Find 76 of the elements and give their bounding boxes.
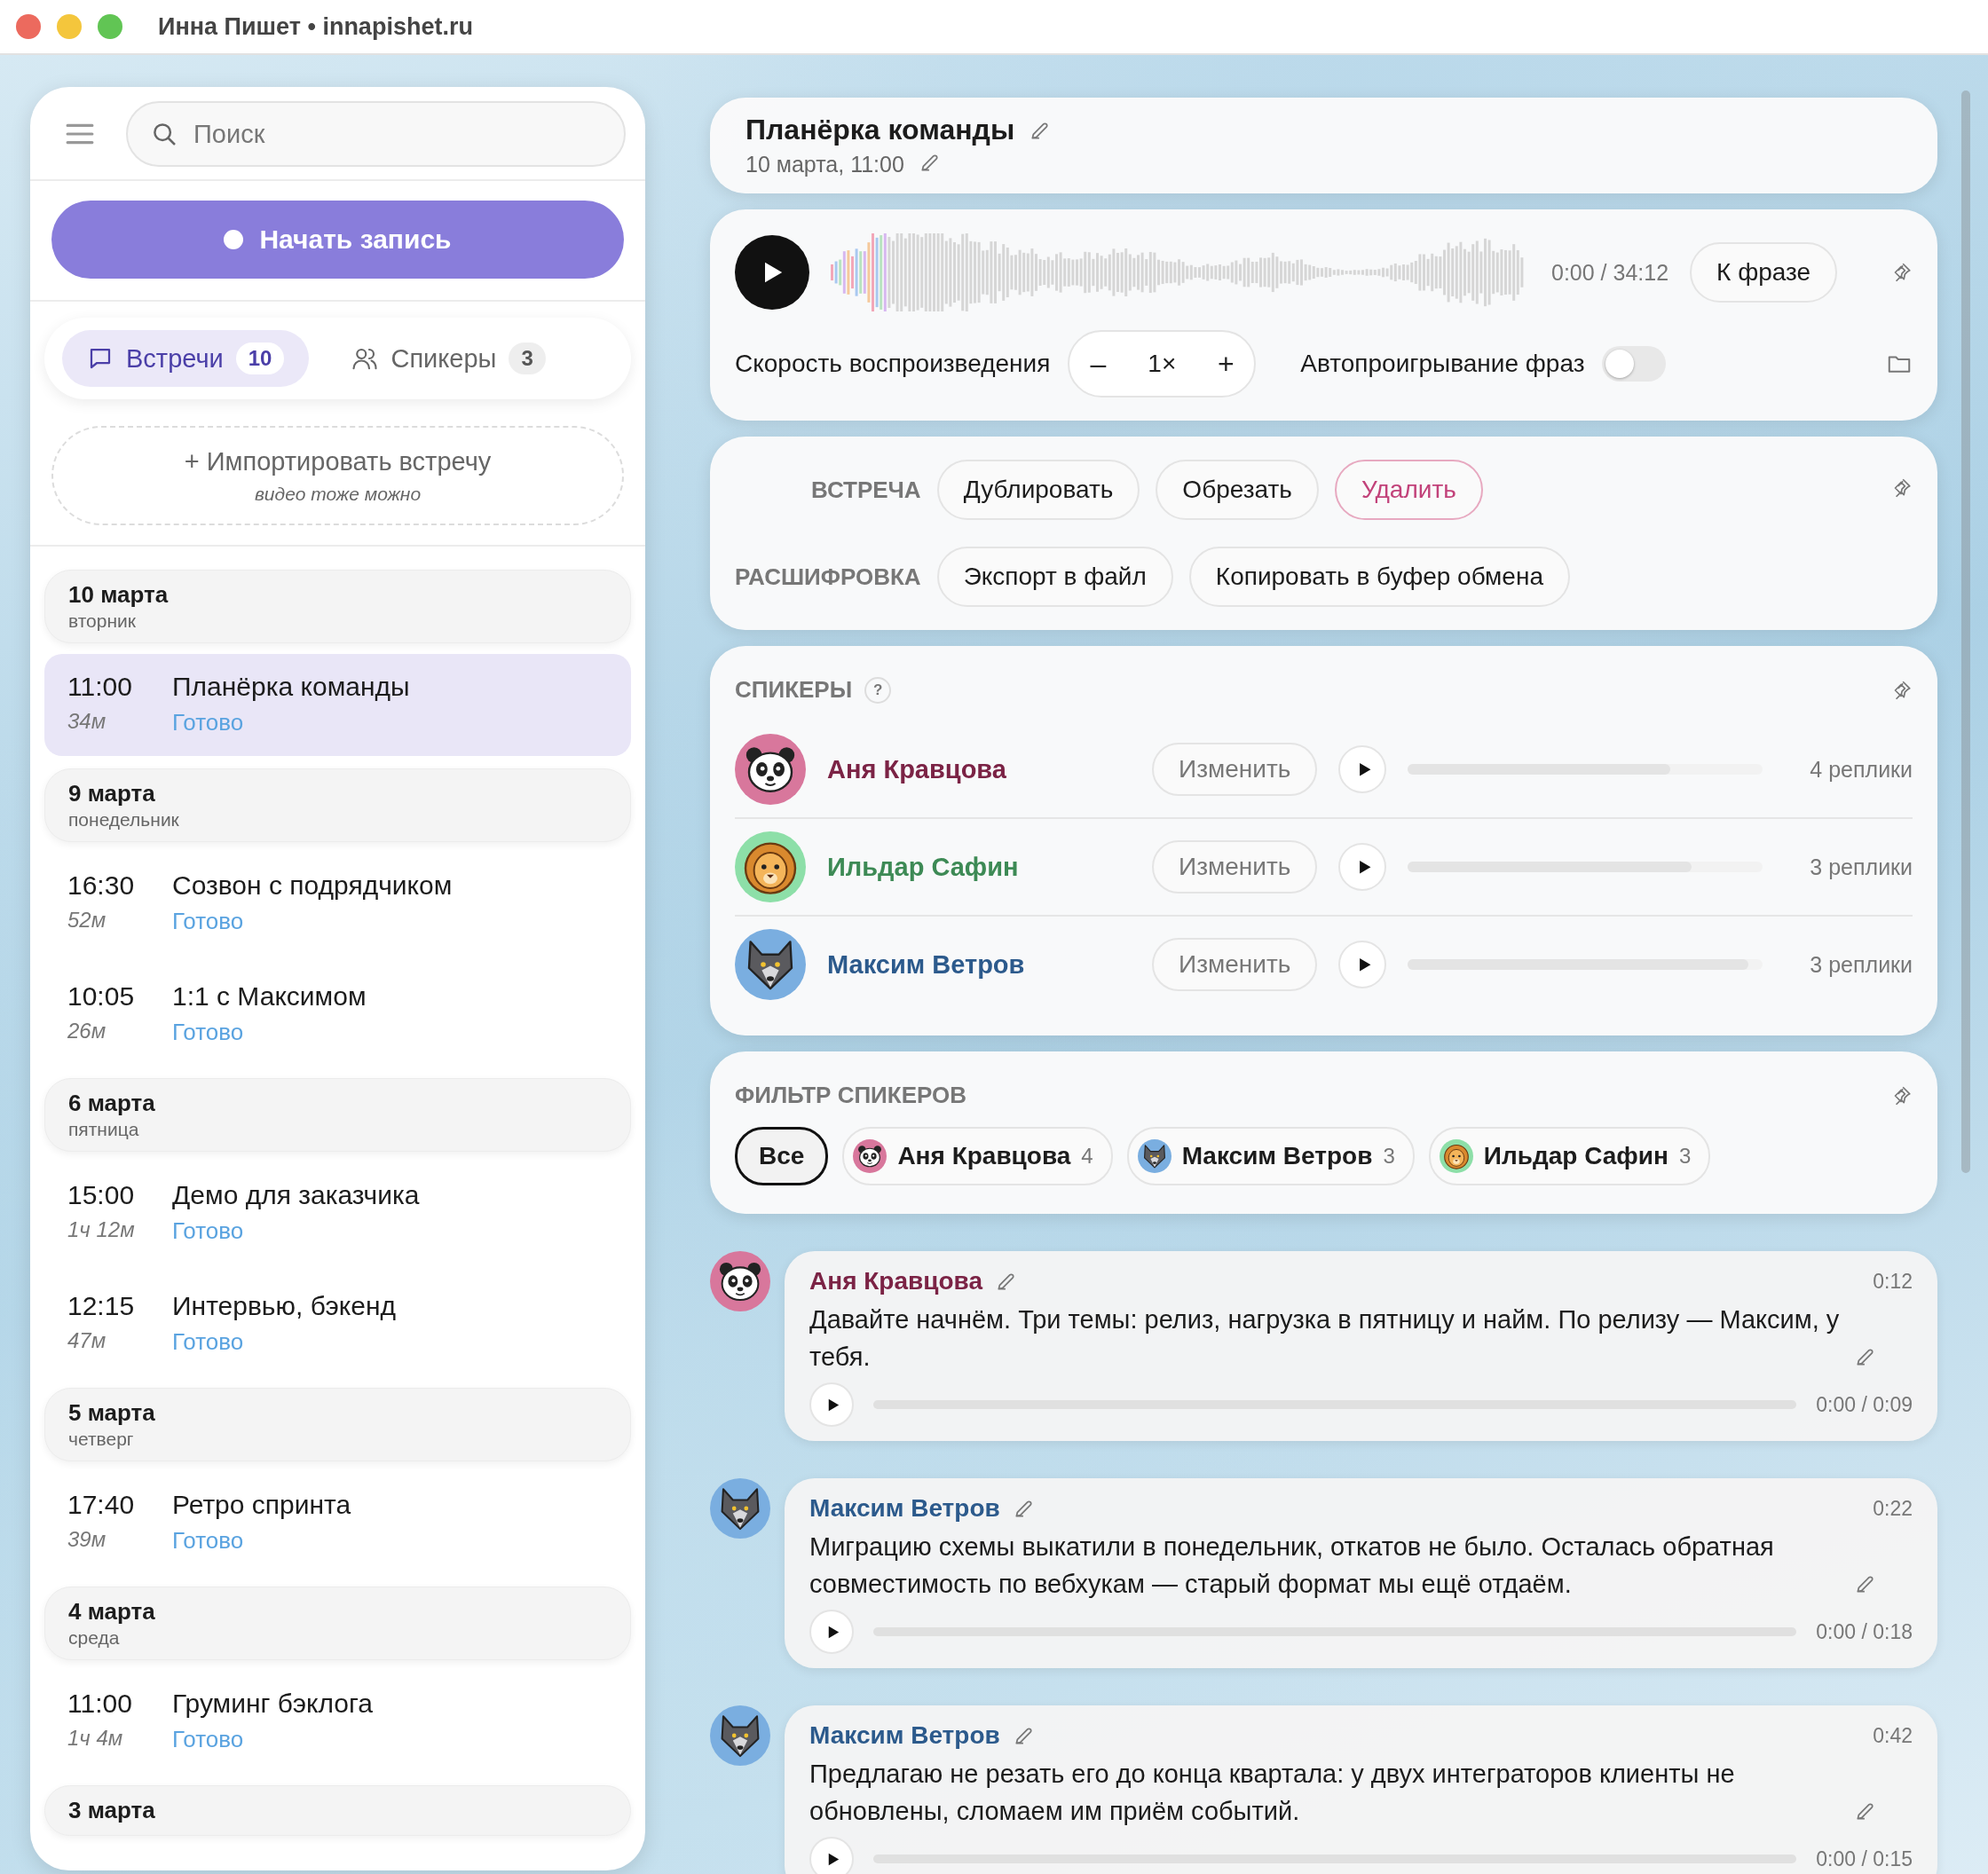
timestamp: 0:12 xyxy=(1873,1269,1913,1294)
reply-count: 3 реплики xyxy=(1810,854,1913,880)
speaker-name: Максим Ветров xyxy=(809,1721,1000,1750)
delete-button[interactable]: Удалить xyxy=(1334,460,1483,520)
play-button[interactable] xyxy=(809,1837,854,1874)
playback-time: 0:00 / 34:12 xyxy=(1551,259,1669,286)
tab[interactable]: Встречи 10 xyxy=(62,330,310,387)
tab[interactable]: Спикеры 3 xyxy=(327,330,571,387)
meeting-item[interactable]: 15:00 Демо для заказчика 1ч 12м Готово xyxy=(44,1162,631,1264)
meeting-item[interactable]: 10:05 1:1 с Максимом 26м Готово xyxy=(44,964,631,1066)
play-button[interactable] xyxy=(809,1610,854,1654)
menu-icon[interactable] xyxy=(66,122,94,146)
speaker-name: Максим Ветров xyxy=(827,949,1026,980)
timestamp: 0:42 xyxy=(1873,1723,1913,1748)
speaker-name: Аня Кравцова xyxy=(809,1267,982,1295)
speaker-name: Ильдар Сафин xyxy=(827,852,1020,882)
filter-chip[interactable]: Максим Ветров 3 xyxy=(1126,1127,1415,1185)
scrollbar[interactable] xyxy=(1961,91,1970,1173)
wolf-avatar xyxy=(710,1705,770,1766)
message-text: Предлагаю не резать его до конца квартала: у двух интеграторов клиенты не обновлены, сломаем им приём событий. xyxy=(809,1759,1736,1827)
decrease-button[interactable]: – xyxy=(1077,346,1120,382)
autoplay-toggle[interactable] xyxy=(1602,346,1667,382)
meeting-item[interactable]: 17:40 Ретро спринта 39м Готово xyxy=(44,1472,631,1574)
panda-avatar xyxy=(853,1139,888,1173)
action-button[interactable]: Обрезать xyxy=(1156,460,1319,520)
date-header: 5 марта четверг xyxy=(44,1388,631,1461)
timestamp: 0:22 xyxy=(1873,1496,1913,1521)
filter-chip[interactable]: Все xyxy=(735,1127,829,1185)
playback-time: 0:00 / 0:15 xyxy=(1816,1846,1913,1871)
search-field[interactable]: Поиск xyxy=(126,101,626,167)
wolf-avatar xyxy=(1137,1139,1172,1173)
import-button[interactable]: + Импортировать встречу видео тоже можно xyxy=(51,426,624,525)
section-title: ФИЛЬТР СПИКЕРОВ xyxy=(735,1082,966,1109)
filter-chip[interactable]: Аня Кравцова 4 xyxy=(842,1127,1113,1185)
action-button[interactable]: Копировать в буфер обмена xyxy=(1188,547,1570,607)
section-title: СПИКЕРЫ xyxy=(735,676,853,704)
zoom-button[interactable] xyxy=(98,14,122,39)
date-header: 6 марта пятница xyxy=(44,1078,631,1152)
date-header: 10 марта вторник xyxy=(44,570,631,643)
speed-label: Скорость воспроизведения xyxy=(735,350,1051,378)
message-text: Давайте начнём. Три темы: релиз, нагрузка в пятницу и найм. По релизу — Максим, у тебя. xyxy=(809,1304,1841,1373)
close-button[interactable] xyxy=(16,14,41,39)
window-title: Инна Пишет • innapishet.ru xyxy=(158,12,473,41)
speaker-name: Аня Кравцова xyxy=(827,754,1007,784)
autoplay-label: Автопроигрывание фраз xyxy=(1300,350,1585,378)
action-button[interactable]: Экспорт в файл xyxy=(936,547,1173,607)
meeting-item[interactable]: 16:30 Созвон с подрядчиком 52м Готово xyxy=(44,853,631,955)
reply-count: 4 реплики xyxy=(1810,756,1913,783)
date-header: 4 марта среда xyxy=(44,1587,631,1660)
lion-avatar xyxy=(1439,1139,1473,1173)
date-header: 3 марта xyxy=(44,1785,631,1836)
increase-button[interactable]: + xyxy=(1204,346,1248,382)
play-button[interactable] xyxy=(809,1382,854,1427)
date-header: 9 марта понедельник xyxy=(44,768,631,842)
meeting-item[interactable]: 11:00 Груминг бэклога 1ч 4м Готово xyxy=(44,1671,631,1773)
rename-button[interactable]: Изменить xyxy=(1152,840,1318,894)
jump-to-phrase-button[interactable]: К фразе xyxy=(1690,242,1838,303)
section-label: РАСШИФРОВКА xyxy=(735,563,921,591)
rename-button[interactable]: Изменить xyxy=(1152,938,1318,991)
rename-button[interactable]: Изменить xyxy=(1152,743,1318,796)
playback-time: 0:00 / 0:09 xyxy=(1816,1392,1913,1417)
speed-value: 1× xyxy=(1147,350,1178,378)
meeting-title: Планёрка команды xyxy=(746,114,1015,146)
speaker-name: Максим Ветров xyxy=(809,1494,1000,1523)
action-button[interactable]: Дублировать xyxy=(936,460,1140,520)
meeting-item[interactable]: 12:15 Интервью, бэкенд 47м Готово xyxy=(44,1273,631,1375)
reply-count: 3 реплики xyxy=(1810,951,1913,978)
meeting-item[interactable]: 11:00 Планёрка команды 34м Готово xyxy=(44,654,631,756)
meeting-date: 10 марта, 11:00 xyxy=(746,152,904,177)
help-icon[interactable]: ? xyxy=(864,676,892,704)
filter-chip[interactable]: Ильдар Сафин 3 xyxy=(1428,1127,1711,1185)
wolf-avatar xyxy=(710,1478,770,1539)
playback-time: 0:00 / 0:18 xyxy=(1816,1619,1913,1644)
panda-avatar xyxy=(710,1251,770,1311)
message-text: Миграцию схемы выкатили в понедельник, откатов не было. Осталась обратная совместимость по вебхукам — старый формат мы ещё отдаём. xyxy=(809,1531,1775,1600)
section-label: ВСТРЕЧА xyxy=(810,476,921,504)
